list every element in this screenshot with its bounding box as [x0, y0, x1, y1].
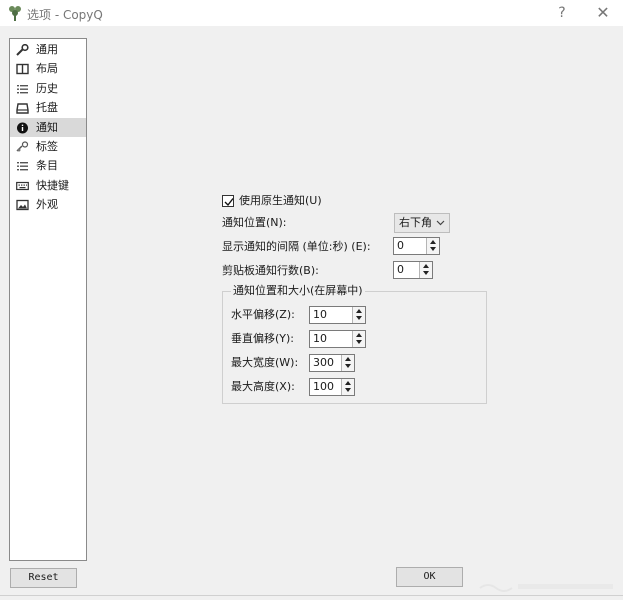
maxwidth-value: 300 — [313, 356, 334, 369]
tray-icon — [16, 103, 29, 114]
spin-up-icon[interactable] — [423, 264, 429, 268]
sidebar-item-appearance[interactable]: 外观 — [10, 195, 86, 214]
spin-up-icon[interactable] — [356, 333, 362, 337]
sidebar-item-general[interactable]: 通用 — [10, 40, 86, 59]
hoffset-spinbox[interactable]: 10 — [309, 306, 366, 324]
copyq-logo-icon — [9, 6, 21, 21]
window-title: 选项 - CopyQ — [27, 8, 103, 22]
clipboard-lines-value: 0 — [397, 263, 404, 276]
sidebar-item-shortcuts[interactable]: 快捷键 — [10, 176, 86, 195]
spin-down-icon[interactable] — [345, 364, 351, 368]
spin-arrows[interactable] — [341, 379, 354, 395]
sidebar-item-layout[interactable]: 布局 — [10, 59, 86, 78]
check-icon — [224, 198, 234, 207]
voffset-value: 10 — [313, 332, 327, 345]
reset-button[interactable]: Reset — [10, 568, 77, 588]
title-bar: 选项 - CopyQ ? ✕ — [0, 0, 623, 26]
layout-icon — [16, 64, 29, 75]
maxheight-label: 最大高度(X): — [231, 380, 295, 393]
voffset-label: 垂直偏移(Y): — [231, 332, 295, 345]
spin-down-icon[interactable] — [430, 247, 436, 251]
list-icon — [17, 84, 28, 94]
interval-value: 0 — [397, 239, 404, 252]
tabs-icon — [16, 141, 29, 152]
spin-down-icon[interactable] — [345, 388, 351, 392]
sidebar-item-label: 通用 — [36, 43, 58, 56]
spin-up-icon[interactable] — [430, 240, 436, 244]
bottom-divider — [0, 595, 623, 596]
spin-up-icon[interactable] — [345, 357, 351, 361]
keyboard-icon — [16, 181, 29, 190]
geometry-group-title: 通知位置和大小(在屏幕中) — [231, 284, 365, 298]
position-label: 通知位置(N): — [222, 216, 287, 229]
sidebar-item-label: 历史 — [36, 81, 58, 95]
sidebar-item-notifications[interactable]: 通知 — [10, 117, 86, 137]
spin-arrows[interactable] — [341, 355, 354, 371]
hoffset-label: 水平偏移(Z): — [231, 308, 295, 321]
native-notification-checkbox[interactable] — [222, 195, 234, 207]
maxwidth-label: 最大宽度(W): — [231, 356, 299, 369]
maxwidth-spinbox[interactable]: 300 — [309, 354, 355, 372]
help-button[interactable]: ? — [551, 3, 573, 23]
hoffset-value: 10 — [313, 308, 327, 321]
info-icon — [17, 122, 28, 134]
image-icon — [16, 199, 29, 211]
geometry-groupbox: 通知位置和大小(在屏幕中) 水平偏移(Z): 10 垂直偏移(Y): 10 最大… — [222, 284, 487, 404]
interval-spinbox[interactable]: 0 — [393, 237, 440, 255]
maxheight-value: 100 — [313, 380, 334, 393]
sidebar-item-history[interactable]: 历史 — [10, 79, 86, 98]
spin-down-icon[interactable] — [423, 271, 429, 275]
interval-label: 显示通知的间隔 (单位:秒) (E): — [222, 240, 371, 253]
items-icon — [17, 162, 28, 171]
maxheight-spinbox[interactable]: 100 — [309, 378, 355, 396]
sidebar-item-label: 条目 — [36, 159, 58, 173]
sidebar-item-tray[interactable]: 托盘 — [10, 98, 86, 117]
sidebar-item-label: 标签 — [36, 139, 58, 153]
spin-arrows[interactable] — [419, 262, 432, 278]
sidebar-item-items[interactable]: 条目 — [10, 156, 86, 175]
ok-button[interactable]: OK — [396, 567, 463, 587]
sidebar-item-label: 快捷键 — [36, 178, 69, 192]
spin-down-icon[interactable] — [356, 316, 362, 320]
notification-settings-panel: 使用原生通知(U) 通知位置(N): 右下角 显示通知的间隔 (单位:秒) (E… — [222, 191, 492, 411]
sidebar-item-label: 通知 — [36, 120, 58, 134]
spin-up-icon[interactable] — [356, 309, 362, 313]
wrench-icon — [16, 44, 29, 56]
chevron-down-icon — [436, 220, 445, 226]
settings-sidebar: 通用 布局 历史 托盘 通知 标签 条目 快捷键 外观 — [9, 38, 87, 561]
voffset-spinbox[interactable]: 10 — [309, 330, 366, 348]
sidebar-item-label: 布局 — [36, 62, 58, 76]
watermark-scribble — [479, 584, 613, 592]
spin-arrows[interactable] — [426, 238, 439, 254]
position-combobox-value: 右下角 — [399, 216, 432, 229]
sidebar-item-tabs[interactable]: 标签 — [10, 137, 86, 156]
spin-down-icon[interactable] — [356, 340, 362, 344]
close-button[interactable]: ✕ — [592, 3, 614, 23]
clipboard-lines-spinbox[interactable]: 0 — [393, 261, 433, 279]
spin-arrows[interactable] — [352, 307, 365, 323]
clipboard-lines-label: 剪贴板通知行数(B): — [222, 264, 319, 277]
sidebar-item-label: 外观 — [36, 198, 58, 212]
native-notification-label: 使用原生通知(U) — [239, 194, 322, 207]
position-combobox[interactable]: 右下角 — [394, 213, 450, 233]
sidebar-item-label: 托盘 — [36, 101, 58, 115]
spin-arrows[interactable] — [352, 331, 365, 347]
native-notification-row[interactable]: 使用原生通知(U) — [222, 191, 372, 211]
spin-up-icon[interactable] — [345, 381, 351, 385]
